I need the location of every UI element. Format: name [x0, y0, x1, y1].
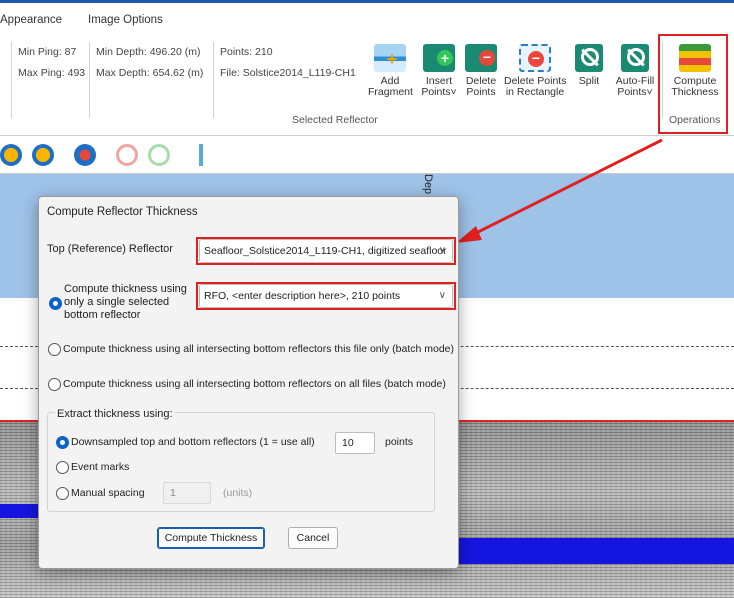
downsampled-label: Downsampled top and bottom reflectors (1… — [71, 436, 315, 448]
event-marks-radio[interactable] — [56, 461, 69, 474]
manual-spacing-input[interactable]: 1 — [163, 482, 211, 504]
batch-this-file-label: Compute thickness using all intersecting… — [63, 343, 455, 355]
downsample-points-input[interactable]: 10 — [335, 432, 375, 454]
points-unit-label: points — [385, 436, 414, 448]
arrow-shaft — [469, 138, 663, 238]
compute-thickness-dialog: Compute Reflector Thickness Top (Referen… — [38, 196, 459, 569]
extract-thickness-label: Extract thickness using: — [55, 408, 175, 420]
top-reflector-label: Top (Reference) Reflector — [47, 243, 173, 255]
batch-all-files-radio[interactable] — [48, 378, 61, 391]
compute-thickness-button[interactable]: Compute Thickness — [157, 527, 265, 549]
manual-spacing-label: Manual spacing — [71, 487, 145, 499]
bottom-reflector-highlight — [196, 282, 456, 310]
units-label: (units) — [223, 487, 253, 499]
batch-this-file-radio[interactable] — [48, 343, 61, 356]
manual-spacing-radio[interactable] — [56, 487, 69, 500]
batch-all-files-label: Compute thickness using all intersecting… — [63, 378, 446, 390]
downsampled-radio[interactable] — [56, 436, 69, 449]
top-reflector-highlight — [196, 237, 456, 265]
single-bottom-label: Compute thickness using only a single se… — [64, 283, 187, 321]
cancel-button[interactable]: Cancel — [288, 527, 338, 549]
single-bottom-radio[interactable] — [49, 297, 62, 310]
dialog-title: Compute Reflector Thickness — [47, 206, 198, 218]
arrow-head — [456, 226, 482, 243]
event-marks-label: Event marks — [71, 461, 130, 473]
